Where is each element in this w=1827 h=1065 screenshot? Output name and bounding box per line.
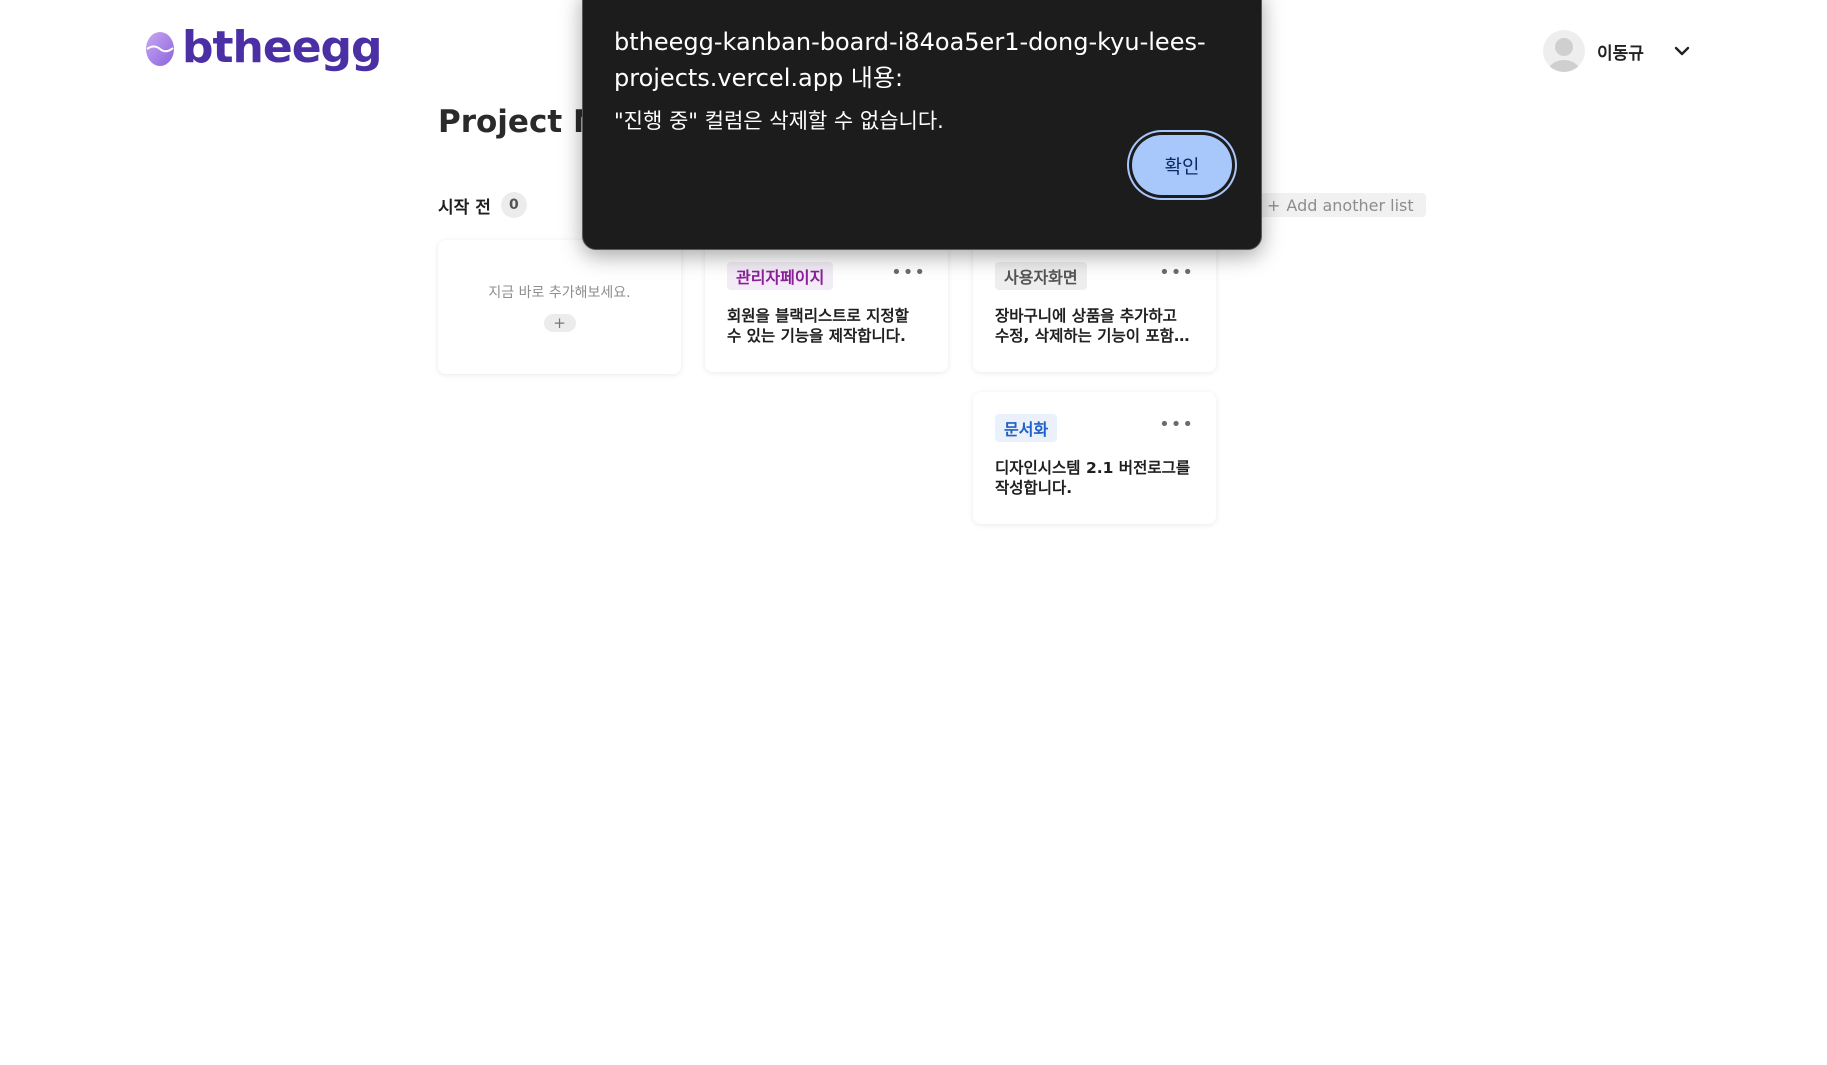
count-badge: 0 <box>500 192 527 218</box>
add-list-label: Add another list <box>1286 195 1414 215</box>
add-card-button[interactable]: + <box>543 314 576 332</box>
confirm-button[interactable]: 확인 <box>1132 135 1232 195</box>
column-title: 시작 전 <box>438 197 491 218</box>
logo[interactable]: btheegg <box>144 22 383 73</box>
card-description: 디자인시스템 2.1 버전로그를 작성합니다. <box>995 459 1191 497</box>
task-card[interactable]: 관리자페이지 ••• 회원을 블랙리스트로 지정할 수 있는 기능을 제작합니다… <box>705 240 948 372</box>
logo-text: btheegg <box>182 22 383 73</box>
user-menu[interactable]: 이동규 <box>1543 28 1690 74</box>
dialog-message: "진행 중" 컬럼은 삭제할 수 없습니다. <box>614 109 944 133</box>
user-name: 이동규 <box>1597 43 1644 64</box>
chevron-down-icon[interactable] <box>1674 43 1690 59</box>
column-header: 시작 전 0 <box>438 192 527 218</box>
plus-icon: + <box>1267 195 1281 215</box>
task-card[interactable]: 사용자화면 ••• 장바구니에 상품을 추가하고 수정, 삭제하는 기능이 포함… <box>973 240 1216 372</box>
tag-badge: 문서화 <box>995 414 1058 442</box>
tag-badge: 사용자화면 <box>995 262 1087 290</box>
task-card[interactable]: 문서화 ••• 디자인시스템 2.1 버전로그를 작성합니다. <box>973 392 1216 524</box>
egg-logo-icon <box>146 32 174 66</box>
tag-badge: 관리자페이지 <box>727 262 834 290</box>
dialog-title: btheegg-kanban-board-i84oa5er1-dong-kyu-… <box>614 28 1206 92</box>
more-options-icon[interactable]: ••• <box>891 264 926 282</box>
card-description: 회원을 블랙리스트로 지정할 수 있는 기능을 제작합니다. <box>727 307 909 345</box>
avatar[interactable] <box>1543 30 1585 72</box>
add-list-button[interactable]: + Add another list <box>1255 193 1426 217</box>
alert-dialog: btheegg-kanban-board-i84oa5er1-dong-kyu-… <box>582 0 1262 250</box>
empty-text: 지금 바로 추가해보세요. <box>488 285 631 301</box>
card-description: 장바구니에 상품을 추가하고 수정, 삭제하는 기능이 포함됩니다. <box>995 307 1189 345</box>
more-options-icon[interactable]: ••• <box>1159 264 1194 282</box>
kanban-page: btheegg 이동규 Project No 시작 전 0 지금 바로 추가해보… <box>0 0 1827 1065</box>
more-options-icon[interactable]: ••• <box>1159 416 1194 434</box>
empty-column-card: 지금 바로 추가해보세요. + <box>438 240 681 374</box>
